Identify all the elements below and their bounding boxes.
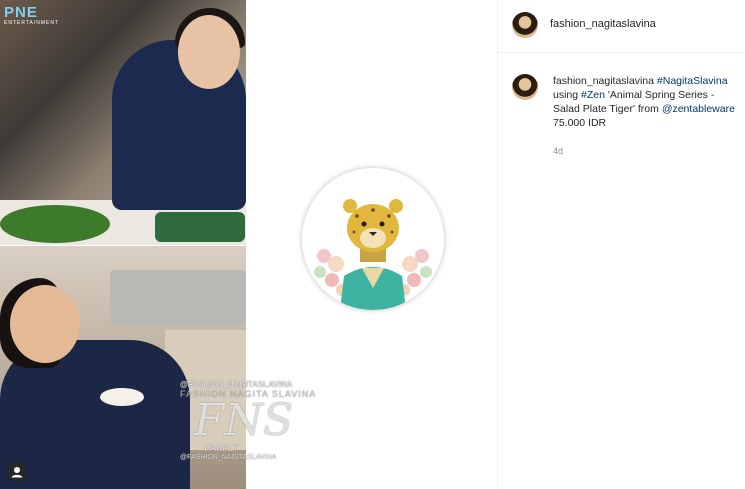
collage-top-panel bbox=[0, 0, 246, 245]
watermark-monogram: FNS bbox=[194, 395, 294, 446]
caption-text-1: using bbox=[553, 89, 582, 101]
header-username[interactable]: fashion_nagitaslavina bbox=[550, 18, 656, 30]
tiger-plate-illustration bbox=[314, 199, 432, 310]
post-sidebar: fashion_nagitaslavina fashion_nagitaslav… bbox=[497, 0, 745, 489]
post-header: fashion_nagitaslavina bbox=[498, 0, 745, 53]
mention-zentableware[interactable]: @zentableware bbox=[662, 103, 735, 115]
caption-text-3: 75.000 IDR bbox=[553, 117, 607, 129]
post-photo[interactable]: PNE ENTERTAINMENT @FASHION_NAGITASLAVINA… bbox=[0, 0, 497, 489]
head-top bbox=[178, 15, 240, 89]
cutting-board bbox=[155, 212, 245, 242]
brand-logo-main: PNE bbox=[4, 4, 38, 21]
range-hood bbox=[110, 270, 246, 325]
watermark: @FASHION_NAGITASLAVINA FASHION NAGITA SL… bbox=[180, 380, 320, 461]
post-caption: fashion_nagitaslavina #NagitaSlavina usi… bbox=[553, 74, 741, 130]
caption-avatar[interactable] bbox=[512, 74, 538, 100]
brand-logo: PNE ENTERTAINMENT bbox=[4, 4, 64, 28]
hashtag-nagitaslavina[interactable]: #NagitaSlavina bbox=[657, 75, 728, 87]
brand-logo-sub: ENTERTAINMENT bbox=[4, 20, 60, 26]
green-beans bbox=[0, 205, 110, 243]
avatar[interactable] bbox=[512, 12, 538, 38]
caption-username[interactable]: fashion_nagitaslavina bbox=[553, 75, 654, 87]
hashtag-zen[interactable]: #Zen bbox=[581, 89, 605, 101]
post-timestamp[interactable]: 4d bbox=[553, 146, 563, 156]
small-plate bbox=[100, 388, 144, 406]
head-bottom bbox=[10, 285, 80, 363]
tiger-plate bbox=[302, 168, 444, 310]
watermark-line1: @FASHION_NAGITASLAVINA bbox=[180, 380, 293, 389]
watermark-line5: @FASHION_NAGITASLAVINA bbox=[180, 454, 277, 461]
user-tag-icon[interactable] bbox=[7, 462, 27, 482]
